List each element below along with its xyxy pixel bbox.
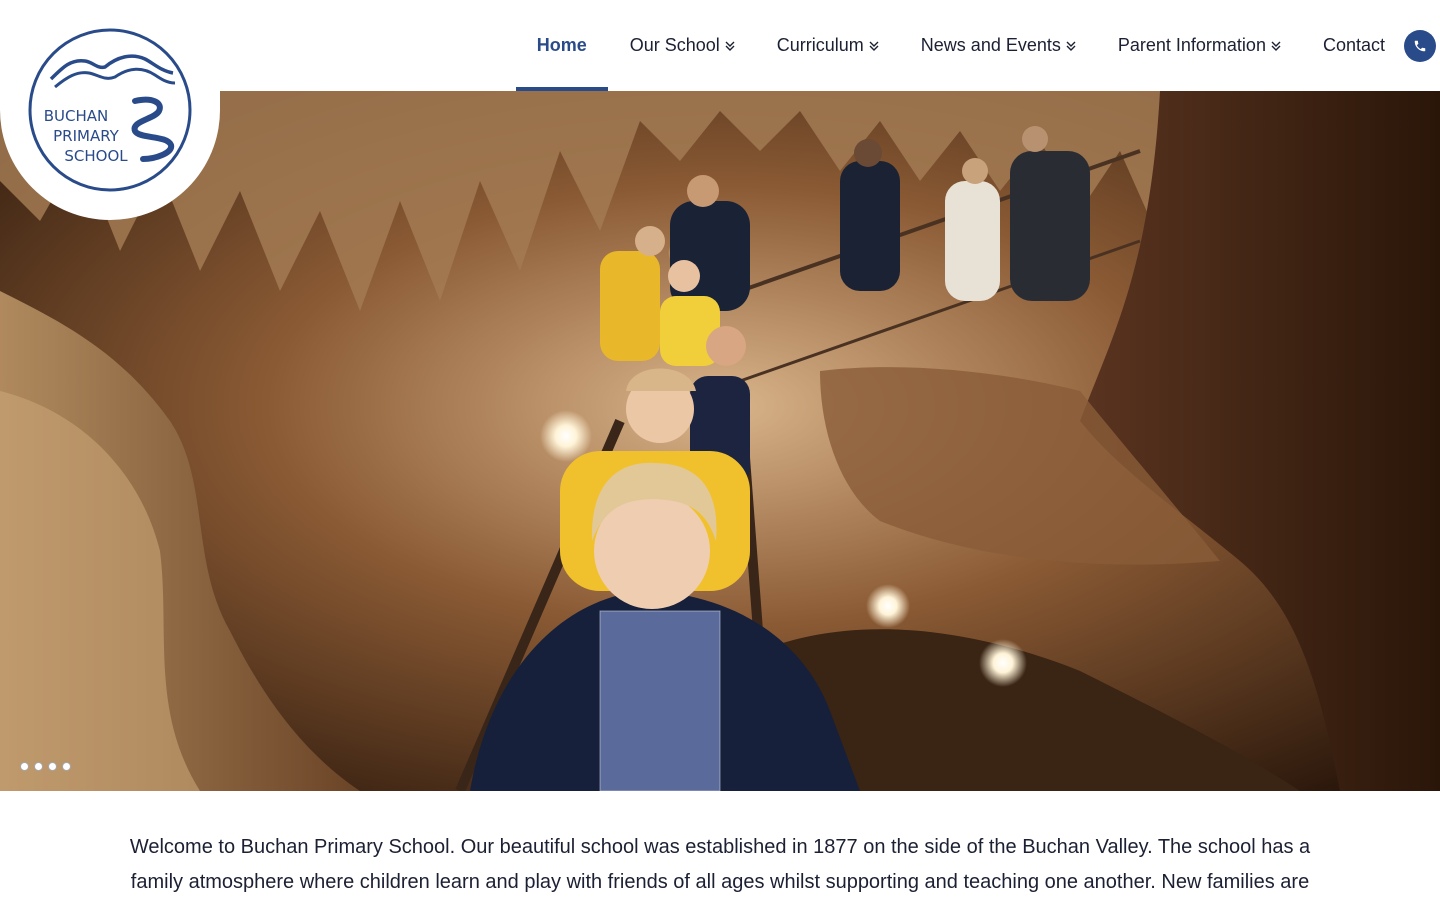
nav-curriculum-label: Curriculum [776, 35, 864, 55]
nav-curriculum[interactable]: Curriculum [756, 0, 900, 91]
double-chevron-down-icon [869, 40, 879, 52]
double-chevron-down-icon [1271, 40, 1281, 52]
hero-image-cave-tour [0, 91, 1440, 791]
nav-home-label: Home [536, 35, 587, 55]
nav-contact-label: Contact [1322, 35, 1385, 55]
main-nav: Home Our School Curriculum News and Even… [515, 0, 1440, 91]
hero-slider [0, 91, 1440, 791]
school-logo[interactable]: BUCHAN PRIMARY SCHOOL [0, 0, 220, 220]
phone-button[interactable] [1404, 29, 1436, 62]
welcome-intro-text: Welcome to Buchan Primary School. Our be… [129, 836, 1311, 893]
double-chevron-down-icon [1066, 40, 1076, 52]
nav-news-events[interactable]: News and Events [900, 0, 1097, 91]
slider-dot-2[interactable] [34, 762, 43, 771]
phone-icon [1414, 40, 1426, 51]
nav-home[interactable]: Home [515, 0, 608, 91]
nav-news-events-label: News and Events [920, 35, 1061, 55]
logo-text-line1: BUCHAN [44, 107, 109, 125]
slider-dot-3[interactable] [48, 762, 57, 771]
nav-our-school-label: Our School [629, 35, 720, 55]
logo-text-line3: SCHOOL [64, 147, 128, 165]
slider-dot-4[interactable] [62, 762, 71, 771]
nav-contact[interactable]: Contact [1302, 0, 1401, 91]
school-logo-mark: BUCHAN PRIMARY SCHOOL [28, 28, 192, 192]
nav-parent-information-label: Parent Information [1117, 35, 1266, 55]
logo-text-line2: PRIMARY [53, 127, 120, 145]
nav-parent-information[interactable]: Parent Information [1097, 0, 1302, 91]
slider-dot-1[interactable] [20, 762, 29, 771]
nav-our-school[interactable]: Our School [609, 0, 756, 91]
double-chevron-down-icon [725, 40, 735, 52]
slider-pagination [20, 762, 71, 771]
